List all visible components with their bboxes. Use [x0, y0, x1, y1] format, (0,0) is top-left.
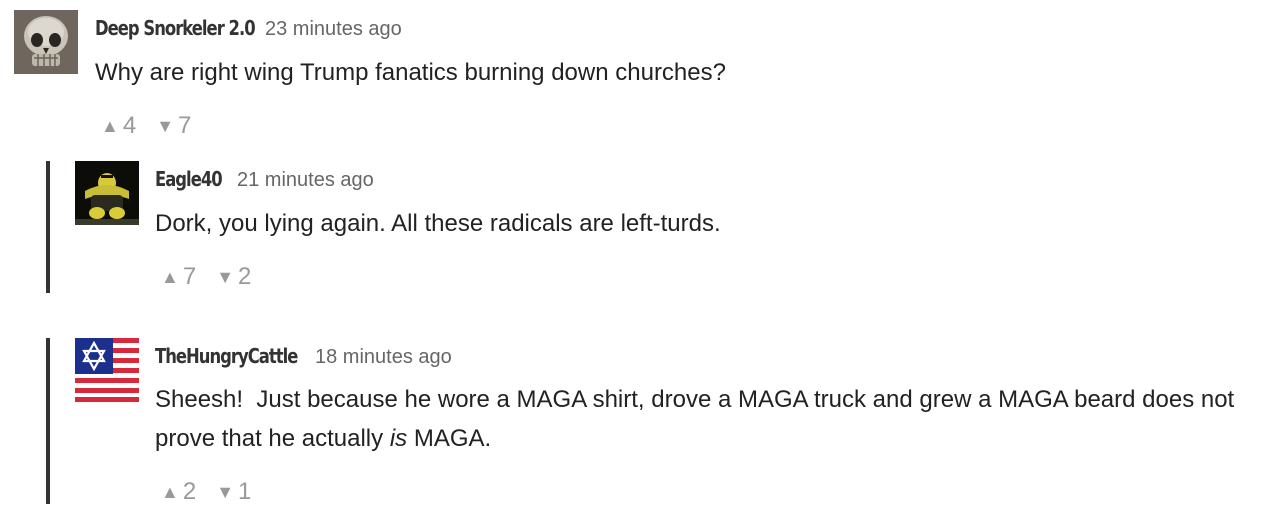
upvote-count: 2 — [182, 478, 197, 505]
body-text-part: Sheesh! Just because he wore a MAGA shir… — [155, 386, 1241, 452]
star-flag-icon — [75, 338, 139, 402]
author-name[interactable]: TheHungryCattle — [155, 344, 298, 368]
body-text-part: MAGA. — [407, 425, 492, 452]
upvote-arrow-icon: ▲ — [161, 481, 179, 502]
comment-meta: TheHungryCattle 18 minutes ago — [155, 344, 452, 369]
upvote-button[interactable]: ▲ 2 — [161, 478, 196, 506]
comment-reply: TheHungryCattle 18 minutes ago Sheesh! J… — [0, 0, 1280, 506]
downvote-button[interactable]: ▼ 1 — [216, 478, 251, 506]
timestamp[interactable]: 18 minutes ago — [315, 346, 452, 369]
body-emphasis: is — [389, 425, 408, 452]
downvote-count: 1 — [238, 478, 252, 505]
avatar[interactable] — [75, 338, 139, 402]
comment-body: Sheesh! Just because he wore a MAGA shir… — [155, 380, 1270, 458]
vote-bar: ▲ 2 ▼ 1 — [161, 478, 271, 506]
downvote-arrow-icon: ▼ — [216, 481, 235, 502]
